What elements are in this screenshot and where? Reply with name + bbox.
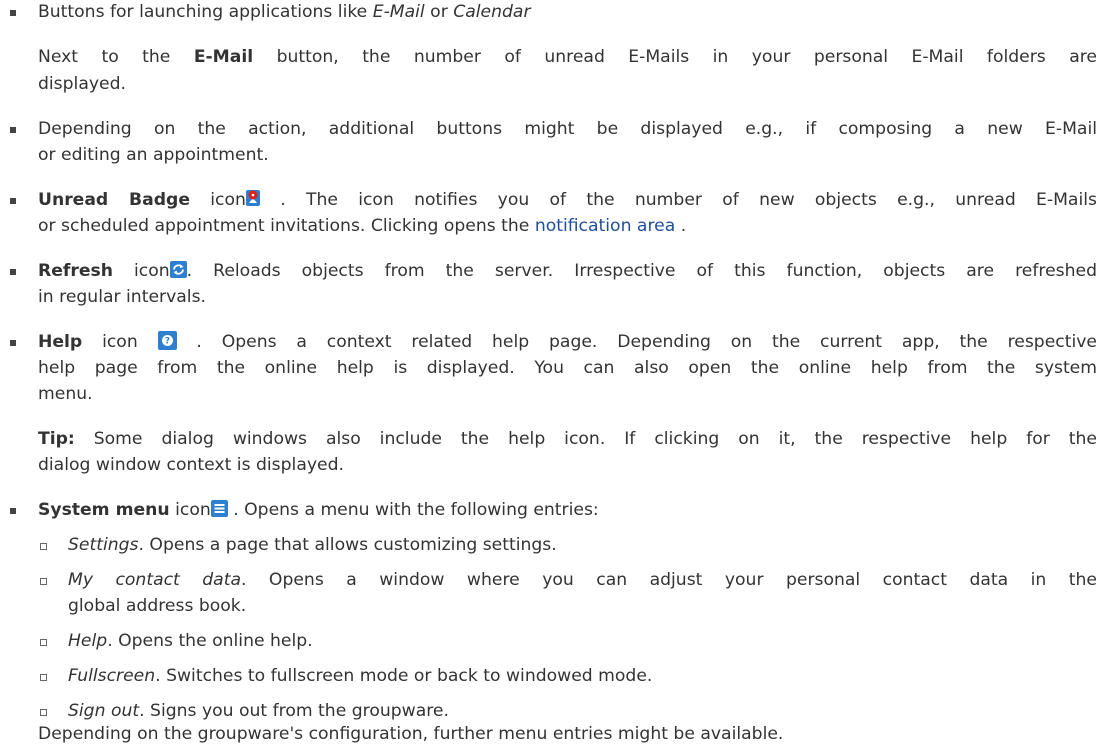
paragraph-line: menu. [38, 384, 93, 404]
sub-bullet-marker [40, 578, 47, 585]
sub-bullet-marker [40, 543, 47, 550]
list-item-help: Help icon ? . Opens a context related he… [38, 331, 1097, 352]
sub-bullet-marker [40, 674, 47, 681]
refresh-icon [169, 261, 187, 278]
list-item-refresh: Refresh icon. Reloads objects from the s… [38, 261, 1097, 281]
bullet-marker [10, 508, 16, 514]
menu-entry-my-contact-data: My contact data. Opens a window where yo… [68, 570, 1097, 590]
bullet-marker [10, 340, 16, 346]
bullet-marker [10, 127, 16, 133]
paragraph-line: or editing an appointment. [38, 145, 269, 165]
closing-note: Depending on the groupware's configurati… [38, 724, 784, 744]
paragraph-line: help page from the online help is displa… [38, 358, 1097, 378]
menu-entry-sign-out: Sign out. Signs you out from the groupwa… [68, 701, 449, 721]
system-menu-icon [210, 500, 228, 517]
help-icon: ? [157, 331, 177, 350]
paragraph-line: global address book. [68, 596, 247, 616]
menu-entry-settings: Settings. Opens a page that allows custo… [68, 535, 557, 555]
paragraph-line: dialog window context is displayed. [38, 455, 344, 475]
bullet-marker [10, 198, 16, 204]
paragraph-line: in regular intervals. [38, 287, 206, 307]
menu-entry-help: Help. Opens the online help. [68, 631, 313, 651]
menu-entry-fullscreen: Fullscreen. Switches to fullscreen mode … [68, 666, 653, 686]
sub-bullet-marker [40, 709, 47, 716]
list-item-buttons: Buttons for launching applications like … [38, 2, 531, 22]
tip-paragraph: Tip: Some dialog windows also include th… [38, 429, 1097, 449]
unread-badge-icon [245, 190, 260, 206]
list-item-system-menu: System menu icon . Opens a menu with the… [38, 500, 599, 520]
paragraph-line: Next to the E-Mail button, the number of… [38, 47, 1097, 67]
bullet-marker [10, 269, 16, 275]
sub-bullet-marker [40, 639, 47, 646]
svg-text:?: ? [165, 337, 170, 347]
notification-area-link[interactable]: notification area [535, 216, 675, 236]
bullet-marker [10, 10, 16, 16]
paragraph-line: or scheduled appointment invitations. Cl… [38, 216, 687, 236]
paragraph-line: displayed. [38, 74, 126, 94]
list-item-unread-badge: Unread Badge icon . The icon notifies yo… [38, 190, 1097, 210]
list-item-additional-buttons: Depending on the action, additional butt… [38, 119, 1097, 139]
